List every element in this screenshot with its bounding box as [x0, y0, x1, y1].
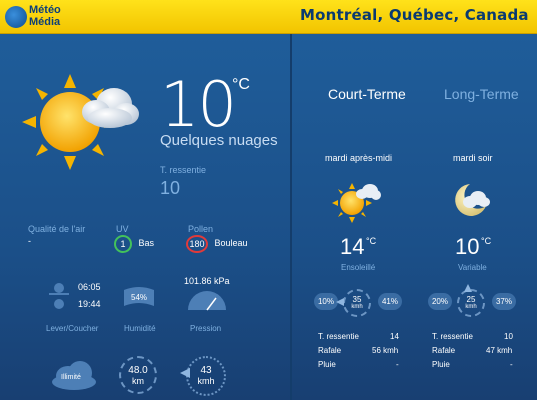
pollen-indicator: 180 Bouleau: [186, 234, 247, 253]
forecast-gust-label-1: Rafale: [318, 346, 342, 355]
tab-long-terme[interactable]: Long-Terme: [444, 86, 519, 102]
forecast-gust-label-2: Rafale: [432, 346, 456, 355]
air-quality-value: -: [28, 236, 31, 246]
sun-cloud-icon: [22, 74, 139, 170]
forecast-feels-value-2: 10: [504, 332, 513, 341]
logo-line1: Météo: [29, 4, 61, 16]
sunrise-sunset-icon: [49, 283, 69, 309]
top-bar: Météo Média Montréal, Québec, Canada: [0, 0, 537, 39]
city-title: Montréal, Québec, Canada: [300, 6, 529, 24]
compass-dial: 43 kmh: [186, 356, 226, 396]
pollen-desc: Bouleau: [214, 238, 248, 248]
feels-like-label: T. ressentie: [160, 165, 207, 175]
forecast-gust-value-2: 47 kmh: [486, 346, 513, 355]
forecast-wind-arrow-2: [464, 284, 472, 292]
wind-dial: 48.0 km: [119, 356, 157, 394]
pollen-label: Pollen: [188, 224, 214, 234]
forecast-wind-arrow-1: [336, 298, 344, 306]
pollen-badge: 180: [186, 235, 208, 253]
feels-like-value: 10: [160, 178, 181, 198]
current-temperature: 10: [160, 68, 237, 141]
compass-unit: kmh: [197, 376, 215, 386]
wind-dial-unit: km: [132, 376, 144, 386]
forecast-wind-unit-2: kmh: [465, 304, 477, 310]
forecast-wind-value-2: 25: [466, 295, 476, 304]
humidity-label: Humidité: [124, 324, 156, 333]
uv-badge: 1: [114, 235, 132, 253]
logo-globe-icon: [5, 6, 27, 28]
forecast-unit-1: °C: [366, 236, 377, 246]
compass-value: 43: [200, 365, 212, 376]
forecast-wind-unit-1: kmh: [351, 304, 363, 310]
forecast-humidity-2: 37%: [492, 293, 516, 310]
forecast-rain-label-2: Pluie: [432, 360, 450, 369]
logo-line2: Média: [29, 16, 61, 28]
pressure-gauge-icon: [188, 291, 226, 311]
forecast-unit-2: °C: [481, 236, 492, 246]
forecast-period-2: mardi soir: [453, 153, 493, 163]
forecast-rain-label-1: Pluie: [318, 360, 336, 369]
forecast-humidity-1: 41%: [378, 293, 402, 310]
forecast-pop-2: 20%: [428, 293, 452, 310]
forecast-wind-dial-1: 35 kmh: [343, 289, 371, 317]
forecast-feels-label-1: T. ressentie: [318, 332, 359, 341]
uv-label: UV: [116, 224, 129, 234]
forecast-wind-value-1: 35: [352, 295, 362, 304]
air-quality-label: Qualité de l'air: [28, 224, 86, 234]
forecast-pop-1: 10%: [314, 293, 338, 310]
sunset-time: 19:44: [78, 299, 101, 309]
sunny-cloud-icon: [332, 183, 381, 223]
forecast-feels-value-1: 14: [390, 332, 399, 341]
wind-dial-value: 48.0: [128, 365, 148, 376]
forecast-feels-label-2: T. ressentie: [432, 332, 473, 341]
uv-indicator: 1 Bas: [114, 234, 154, 253]
uv-desc: Bas: [138, 238, 154, 248]
tab-court-terme[interactable]: Court-Terme: [328, 86, 406, 102]
forecast-gust-value-1: 56 kmh: [372, 346, 399, 355]
forecast-temp-2: 10: [455, 234, 480, 259]
pressure-label: Pression: [190, 324, 222, 333]
meteomedia-logo[interactable]: Météo Média: [5, 4, 65, 30]
humidity-value: 54%: [131, 293, 148, 302]
visibility-value: Illimité: [61, 374, 81, 381]
logo-text: Météo Média: [29, 4, 61, 28]
forecast-period-1: mardi après-midi: [325, 153, 393, 163]
forecast-rain-value-2: -: [510, 360, 513, 369]
compass-arrow-icon: [180, 368, 190, 378]
pressure-value: 101.86 kPa: [184, 276, 230, 286]
forecast-rain-value-1: -: [396, 360, 399, 369]
forecast-condition-2: Variable: [458, 263, 487, 272]
moon-cloud-icon: [455, 184, 490, 216]
current-condition: Quelques nuages: [160, 132, 278, 149]
forecast-wind-dial-2: 25 kmh: [457, 289, 485, 317]
current-temperature-unit: °C: [232, 76, 250, 93]
sunrise-time: 06:05: [78, 282, 101, 292]
sunrise-sunset-label: Lever/Coucher: [46, 324, 99, 333]
forecast-condition-1: Ensoleillé: [341, 263, 376, 272]
forecast-temp-1: 14: [340, 234, 365, 259]
